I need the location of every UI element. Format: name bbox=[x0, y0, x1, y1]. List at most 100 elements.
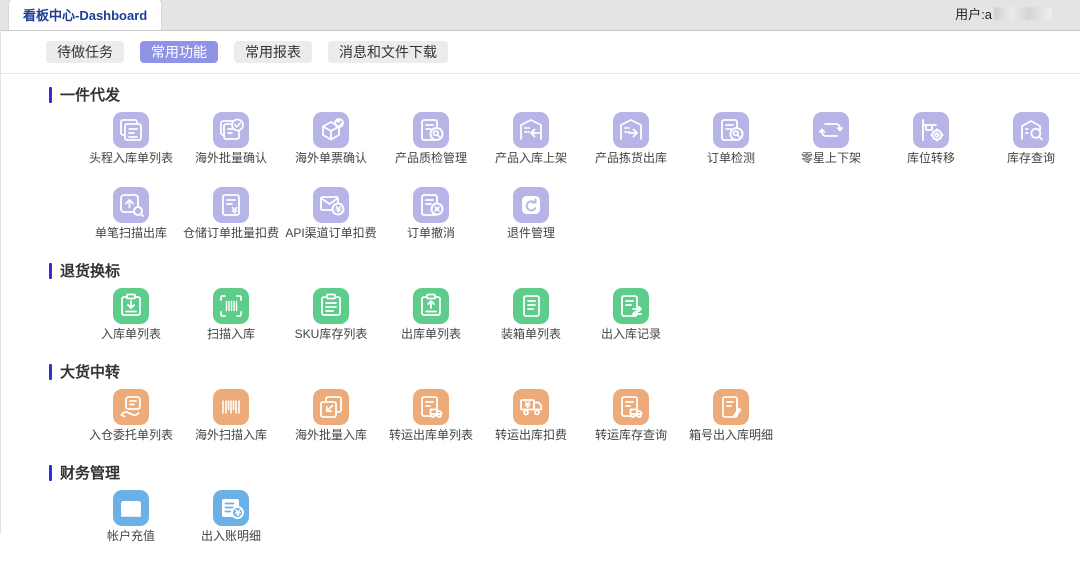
tab-messages-and-downloads[interactable]: 消息和文件下载 bbox=[328, 41, 448, 63]
feature-label: 海外批量确认 bbox=[194, 151, 267, 165]
feature-item[interactable]: 海外批量确认 bbox=[181, 112, 281, 165]
feature-label: 入仓委托单列表 bbox=[88, 428, 173, 442]
feature-item[interactable]: 海外批量入库 bbox=[281, 389, 381, 442]
feature-item[interactable]: 库存查询 bbox=[981, 112, 1080, 165]
feature-item[interactable]: ¥ API渠道订单扣费 bbox=[281, 187, 381, 240]
feature-label: 转运出库扣费 bbox=[494, 428, 567, 442]
feature-label: 订单撤消 bbox=[406, 226, 455, 240]
stacked-documents-check-icon bbox=[213, 112, 249, 148]
tab-common-reports[interactable]: 常用报表 bbox=[234, 41, 312, 63]
clipboard-list-icon bbox=[313, 288, 349, 324]
feature-item[interactable]: 箱号出入库明细 bbox=[681, 389, 781, 442]
section-finance: 财务管理帐户充值 ¥ 出入账明细 bbox=[1, 462, 1080, 565]
feature-label: 零星上下架 bbox=[800, 151, 861, 165]
feature-item[interactable]: 转运出库单列表 bbox=[381, 389, 481, 442]
feature-label: 扫描入库 bbox=[206, 327, 255, 341]
feature-label: 箱号出入库明细 bbox=[688, 428, 773, 442]
feature-label: 转运库存查询 bbox=[594, 428, 667, 442]
user-info: 用户:a bbox=[955, 4, 1052, 23]
feature-label: 订单检测 bbox=[706, 151, 755, 165]
return-arrow-icon bbox=[513, 187, 549, 223]
feature-label: 产品拣货出库 bbox=[594, 151, 667, 165]
feature-item[interactable]: 出入库记录 bbox=[581, 288, 681, 341]
feature-item[interactable]: 退件管理 bbox=[481, 187, 581, 240]
feature-item[interactable]: 帐户充值 bbox=[81, 490, 181, 543]
section-title: 大货中转 bbox=[60, 364, 121, 381]
feature-label: 出入库记录 bbox=[600, 327, 661, 341]
feature-label: 帐户充值 bbox=[106, 529, 155, 543]
section-dropshipping: 一件代发头程入库单列表 海外批量确认 海外单票确认 产品质检管理 产品入库上架 产品拣货出… bbox=[1, 84, 1080, 262]
box-arrow-up-search-icon bbox=[113, 187, 149, 223]
section-marker bbox=[49, 262, 52, 279]
hand-document-icon bbox=[113, 389, 149, 425]
section-title: 财务管理 bbox=[60, 465, 121, 482]
feature-label: 库位转移 bbox=[906, 151, 955, 165]
feature-item[interactable]: 扫描入库 bbox=[181, 288, 281, 341]
feature-label: 库存查询 bbox=[1006, 151, 1055, 165]
feature-label: 单笔扫描出库 bbox=[94, 226, 167, 240]
feature-item[interactable]: 装箱单列表 bbox=[481, 288, 581, 341]
feature-label: 出库单列表 bbox=[400, 327, 461, 341]
sections-container: 一件代发头程入库单列表 海外批量确认 海外单票确认 产品质检管理 产品入库上架 产品拣货出… bbox=[1, 84, 1080, 565]
svg-text:¥: ¥ bbox=[232, 207, 239, 217]
feature-item[interactable]: 产品入库上架 bbox=[481, 112, 581, 165]
clipboard-arrow-down-icon bbox=[113, 288, 149, 324]
feature-label: 头程入库单列表 bbox=[88, 151, 173, 165]
section-return-relabel: 退货换标 入库单列表 扫描入库 SKU库存列表 出库单列表 装箱单列表 出入库记录 bbox=[1, 260, 1080, 363]
stacked-arrow-in-icon bbox=[313, 389, 349, 425]
feature-label: 海外单票确认 bbox=[294, 151, 367, 165]
tab-common-functions[interactable]: 常用功能 bbox=[140, 41, 218, 63]
svg-text:¥: ¥ bbox=[525, 401, 532, 411]
user-label: 用户:a bbox=[955, 7, 992, 22]
feature-label: API渠道订单扣费 bbox=[285, 226, 377, 240]
feature-item[interactable]: ¥ 转运出库扣费 bbox=[481, 389, 581, 442]
feature-item[interactable]: ¥ 仓储订单批量扣费 bbox=[181, 187, 281, 240]
stacked-documents-icon bbox=[113, 112, 149, 148]
feature-label: 海外批量入库 bbox=[294, 428, 367, 442]
section-bulk-transfer: 大货中转入仓委托单列表 海外扫描入库 海外批量入库 转运出库单列表 ¥ 转运出库扣费 转运库… bbox=[1, 361, 1080, 464]
window-title-tab[interactable]: 看板中心-Dashboard bbox=[8, 0, 163, 30]
feature-item[interactable]: 出库单列表 bbox=[381, 288, 481, 341]
svg-text:¥: ¥ bbox=[335, 206, 342, 216]
feature-label: 转运出库单列表 bbox=[388, 428, 473, 442]
tab-bar: 待做任务 常用功能 常用报表 消息和文件下载 bbox=[1, 31, 1080, 74]
feature-item[interactable]: 产品拣货出库 bbox=[581, 112, 681, 165]
section-header: 一件代发 bbox=[49, 84, 1080, 105]
warehouse-arrow-in-icon bbox=[513, 112, 549, 148]
feature-label: SKU库存列表 bbox=[294, 327, 368, 341]
feature-item[interactable]: 入库单列表 bbox=[81, 288, 181, 341]
feature-grid: 入仓委托单列表 海外扫描入库 海外批量入库 转运出库单列表 ¥ 转运出库扣费 转运库存查询 箱… bbox=[81, 389, 1080, 464]
document-truck-icon bbox=[613, 389, 649, 425]
user-name-redacted bbox=[994, 7, 1052, 20]
feature-label: 出入账明细 bbox=[200, 529, 261, 543]
document-pencil-icon bbox=[713, 389, 749, 425]
feature-item[interactable]: ¥ 出入账明细 bbox=[181, 490, 281, 543]
feature-label: 仓储订单批量扣费 bbox=[182, 226, 279, 240]
document-truck-icon bbox=[413, 389, 449, 425]
feature-item[interactable]: 订单检测 bbox=[681, 112, 781, 165]
feature-item[interactable]: 库位转移 bbox=[881, 112, 981, 165]
package-check-icon bbox=[313, 112, 349, 148]
feature-item[interactable]: 产品质检管理 bbox=[381, 112, 481, 165]
feature-grid: 帐户充值 ¥ 出入账明细 bbox=[81, 490, 1080, 565]
feature-item[interactable]: 转运库存查询 bbox=[581, 389, 681, 442]
feature-grid: 入库单列表 扫描入库 SKU库存列表 出库单列表 装箱单列表 出入库记录 bbox=[81, 288, 1080, 363]
document-lines-icon bbox=[513, 288, 549, 324]
document-yen-icon: ¥ bbox=[213, 187, 249, 223]
feature-item[interactable]: 零星上下架 bbox=[781, 112, 881, 165]
feature-item[interactable]: 订单撤消 bbox=[381, 187, 481, 240]
document-inspect-icon bbox=[713, 112, 749, 148]
feature-item[interactable]: 海外单票确认 bbox=[281, 112, 381, 165]
feature-item[interactable]: 头程入库单列表 bbox=[81, 112, 181, 165]
feature-item[interactable]: 单笔扫描出库 bbox=[81, 187, 181, 240]
feature-label: 海外扫描入库 bbox=[194, 428, 267, 442]
feature-item[interactable]: SKU库存列表 bbox=[281, 288, 381, 341]
warehouse-search-icon bbox=[1013, 112, 1049, 148]
section-marker bbox=[49, 86, 52, 103]
feature-grid: 头程入库单列表 海外批量确认 海外单票确认 产品质检管理 产品入库上架 产品拣货出库 订单检… bbox=[81, 112, 1080, 262]
tab-todo-tasks[interactable]: 待做任务 bbox=[46, 41, 124, 63]
feature-item[interactable]: 入仓委托单列表 bbox=[81, 389, 181, 442]
feature-label: 入库单列表 bbox=[100, 327, 161, 341]
section-marker bbox=[49, 363, 52, 380]
feature-item[interactable]: 海外扫描入库 bbox=[181, 389, 281, 442]
